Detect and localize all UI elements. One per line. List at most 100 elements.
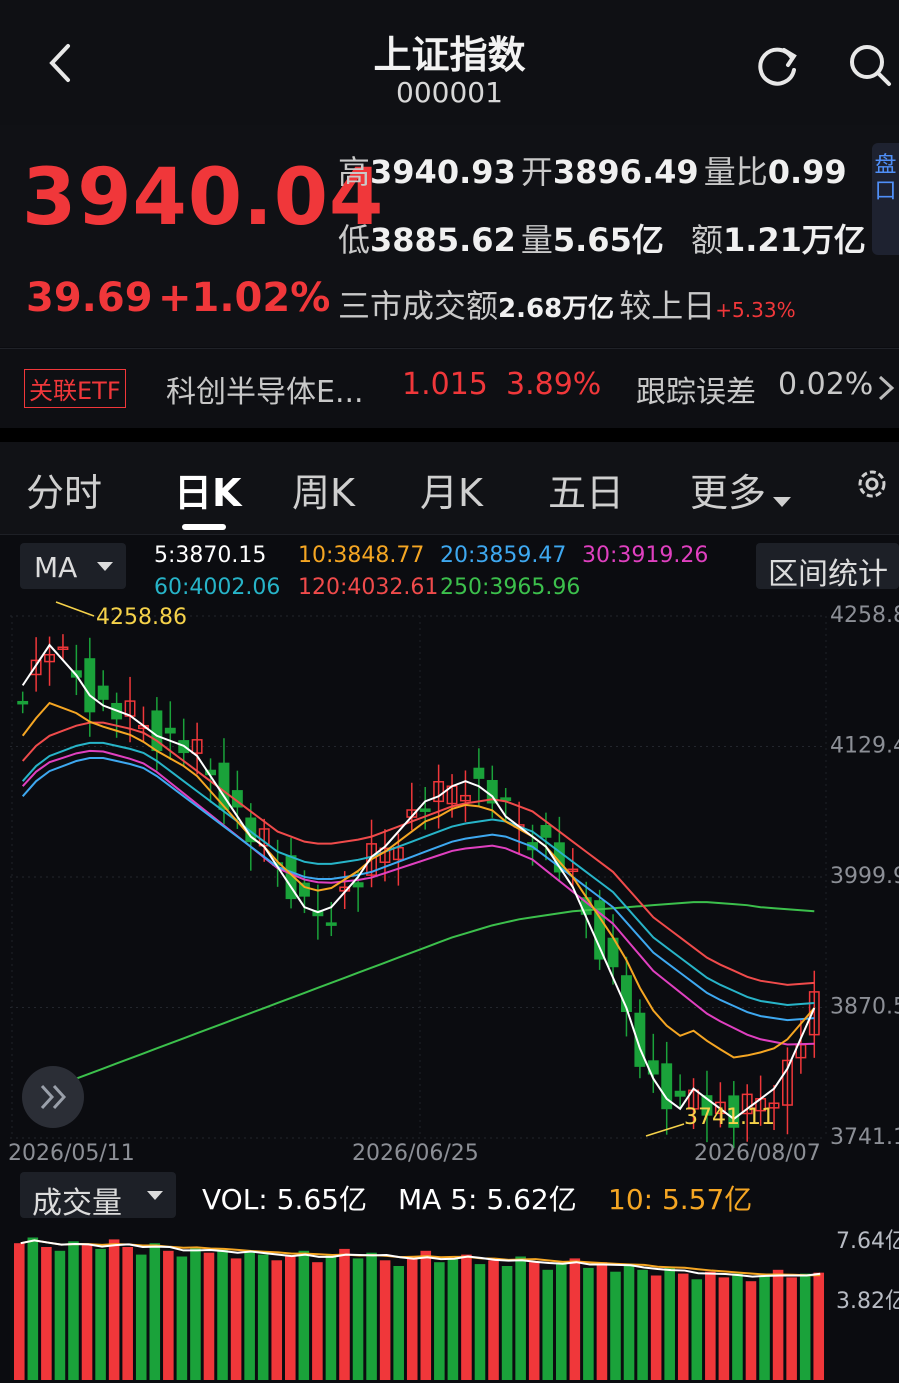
volume-bar [556,1264,567,1380]
ma-selector[interactable]: MA [20,543,126,589]
ma20-line [21,756,815,1022]
market-turnover-label: 三市成交额 [338,287,499,325]
volume-bar [163,1250,174,1380]
kline-chart[interactable]: 4258.8 4129.4 3999.9 3870.5 3741.1 4258.86 374… [0,598,899,1168]
volume-bar [461,1254,472,1380]
quote-row-2: 低3885.62 量5.65亿 额1.21万亿 [338,215,866,261]
volume-bar [81,1245,93,1380]
candle-body [419,808,431,812]
low-value: 3885.62 [370,221,516,259]
search-icon [850,45,891,86]
tab-intraday[interactable]: 分时 [26,462,102,517]
tab-more-label: 更多 [690,471,767,515]
volume-bar [691,1279,703,1380]
tab-weekly-k[interactable]: 周K [292,462,355,517]
volume-bar [474,1264,486,1380]
low-label: 低 [338,221,371,259]
quote-row-1: 高3940.93 开3896.49 量比0.99 [338,147,847,193]
refresh-button[interactable] [752,40,804,92]
ma5-value: 5:3870.15 [154,543,267,568]
volume-bar [650,1275,662,1380]
volume-bar [772,1269,784,1380]
candle-body [164,727,176,734]
volume-bar [677,1273,689,1380]
candle-body [674,1090,686,1097]
volume-bar [610,1271,621,1380]
volume-chart[interactable]: 7.64亿 3.82亿 [0,1220,899,1383]
x-tick-label: 2026/05/11 [8,1141,135,1166]
range-stats-label: 区间统计 [768,557,888,592]
tracking-value: 0.02% [778,367,874,402]
ratio-value: 0.99 [767,153,847,191]
search-button[interactable] [845,40,897,92]
dropdown-caret-icon [147,1191,163,1200]
volume-bar [759,1275,770,1380]
vol-ma10-value: 10: 5.57亿 [608,1183,753,1216]
volume-bar [434,1262,445,1380]
chevron-right-icon [878,375,895,401]
volume-bar [596,1262,608,1380]
y-tick-label: 4258.8 [830,603,899,628]
quote-row-3: 三市成交额2.68万亿 较上日+5.33% [338,281,796,327]
candle-body [17,700,29,705]
ma250-value: 250:3965.96 [440,575,581,600]
volume-bar [447,1258,459,1380]
volume-value: 5.65亿 [552,221,664,259]
amount-value: 1.21万亿 [722,221,866,259]
volume-selector[interactable]: 成交量 [20,1172,176,1221]
volume-bar [108,1239,120,1380]
tab-monthly-k[interactable]: 月K [420,462,483,517]
side-panel-tab[interactable]: 盘口 [872,143,899,255]
volume-bar [583,1267,594,1380]
volume-bar [379,1260,391,1380]
high-label: 高 [338,153,371,191]
tab-more[interactable]: 更多 [690,462,793,517]
ma60-line [21,741,815,1007]
etf-name: 科创半导体E... [166,375,364,410]
ma60-value: 60:4002.06 [154,575,281,600]
volume-bar [68,1241,79,1380]
ma-selector-label: MA [34,551,78,584]
ma20-value: 20:3859.47 [440,543,567,568]
volume-bar [569,1258,581,1380]
volume-bar [230,1258,242,1380]
candle-body [540,824,552,838]
volume-bar [745,1281,757,1380]
y-tick-label: 4129.4 [830,734,899,759]
volume-bar [406,1256,418,1380]
ratio-label: 量比 [703,153,768,191]
tab-five-day[interactable]: 五日 [548,462,624,517]
vol-value: VOL: 5.65亿 [202,1183,367,1216]
quote-panel: 3940.04 39.69 +1.02% 高3940.93 开3896.49 量… [0,125,899,347]
refresh-icon [758,47,797,86]
volume-bar [528,1262,540,1380]
volume-bar [285,1256,296,1380]
related-etf-row[interactable]: 关联ETF 科创半导体E... 1.015 3.89% 跟踪误差 0.02% [0,348,899,429]
volume-bar [27,1237,39,1380]
volume-bar [732,1273,743,1380]
dropdown-caret-icon [97,562,113,571]
y-tick-label: 3999.9 [830,864,899,889]
fast-forward-button[interactable] [22,1066,84,1128]
vol-ma5-value: MA 5: 5.62亿 [398,1183,577,1216]
volume-bar [135,1254,147,1380]
ma30-value: 30:3919.26 [582,543,709,568]
settings-gear-icon[interactable] [852,464,892,504]
y-tick-label: 3870.5 [830,995,899,1020]
volume-bar [217,1248,228,1380]
open-value: 3896.49 [552,153,699,191]
etf-price: 1.015 [402,367,488,402]
volume-bar [339,1248,350,1380]
range-stats-button[interactable]: 区间统计 [756,543,899,592]
current-price: 3940.04 [22,153,385,243]
market-turnover-value: 2.68万亿 [498,294,615,324]
tracking-label: 跟踪误差 [636,375,756,410]
volume-bar [325,1254,337,1380]
tab-daily-k[interactable]: 日K [174,462,241,517]
dropdown-caret-icon [773,496,792,507]
volume-bar [366,1252,377,1380]
x-tick-label: 2026/08/07 [694,1141,821,1166]
volume-bar [298,1250,310,1380]
candle-body [473,767,485,779]
candle-body [97,685,109,700]
